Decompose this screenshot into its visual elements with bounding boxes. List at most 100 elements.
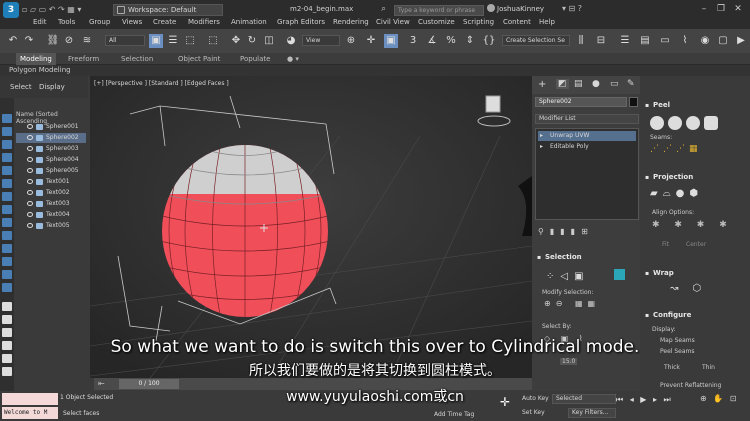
center-button[interactable]: Center	[686, 241, 706, 248]
list-item[interactable]: Text003	[16, 199, 86, 209]
redo-icon[interactable]: ↷	[22, 34, 36, 48]
visibility-eye-icon[interactable]	[27, 168, 33, 173]
visibility-eye-icon[interactable]	[27, 135, 33, 140]
list-item[interactable]: Text005	[16, 221, 86, 231]
window-crossing-icon[interactable]: ⬚	[206, 34, 220, 48]
selection-filter-dropdown[interactable]: All	[105, 35, 145, 46]
tab-modeling[interactable]: Modeling	[16, 53, 56, 65]
viewport-label[interactable]: [+] [Perspective ] [Standard ] [Edged Fa…	[94, 80, 229, 87]
filter-all-icon[interactable]	[2, 270, 12, 279]
bind-spacewarp-icon[interactable]: ≋	[80, 34, 94, 48]
named-selection-sets-dropdown[interactable]: Create Selection Se	[502, 35, 570, 46]
visibility-eye-icon[interactable]	[27, 212, 33, 217]
quick-peel-icon[interactable]	[650, 116, 664, 130]
set-key-button[interactable]: Set Key	[522, 409, 545, 416]
add-time-tag-button[interactable]: Add Time Tag	[434, 411, 474, 418]
filter-cameras-icon[interactable]	[2, 153, 12, 162]
polygon-level-icon[interactable]	[614, 269, 625, 280]
minimize-icon[interactable]: –	[697, 2, 711, 16]
object-name-field[interactable]: Sphere002	[535, 97, 627, 107]
list-item[interactable]: Sphere004	[16, 155, 86, 165]
fit-button[interactable]: Fit	[662, 241, 669, 248]
layer-explorer-icon[interactable]: ▤	[638, 34, 652, 48]
selection-rollout-header[interactable]: Selection	[535, 252, 639, 263]
stack-item-editable-poly[interactable]: ▸ Editable Poly	[538, 142, 636, 152]
undo-icon[interactable]: ↶	[6, 34, 20, 48]
tab-populate[interactable]: Populate	[240, 55, 270, 63]
ribbon-options-icon[interactable]: ● ▾	[287, 55, 299, 63]
unlink-icon[interactable]: ⊘	[62, 34, 76, 48]
tab-selection[interactable]: Selection	[121, 55, 153, 63]
mirror-icon[interactable]: ⫼	[574, 34, 588, 48]
list-item[interactable]: Text001	[16, 177, 86, 187]
menu-graph-editors[interactable]: Graph Editors	[277, 18, 325, 26]
list-item[interactable]: Text002	[16, 188, 86, 198]
motion-tab-icon[interactable]: ●	[592, 79, 600, 89]
edit-named-selection-icon[interactable]: {}	[482, 34, 496, 48]
visibility-eye-icon[interactable]	[27, 223, 33, 228]
projection-mode-icons[interactable]: ▰⌓●⬢	[650, 188, 703, 199]
search-input[interactable]: Type a keyword or phrase	[394, 5, 484, 16]
pivot-center-icon[interactable]: ⊕	[344, 34, 358, 48]
key-filters-button[interactable]: Key Filters...	[568, 408, 616, 418]
filter-hidden-icon[interactable]	[2, 257, 12, 266]
visibility-eye-icon[interactable]	[27, 201, 33, 206]
menu-civil-view[interactable]: Civil View	[376, 18, 410, 26]
render-setup-icon[interactable]: ▢	[716, 34, 730, 48]
menu-create[interactable]: Create	[153, 18, 176, 26]
visibility-eye-icon[interactable]	[27, 124, 33, 129]
close-icon[interactable]: ✕	[731, 2, 745, 16]
percent-snap-icon[interactable]: %	[444, 34, 458, 48]
menu-scripting[interactable]: Scripting	[463, 18, 494, 26]
filter-frozen-icon[interactable]	[2, 244, 12, 253]
maximize-icon[interactable]: ❐	[714, 2, 728, 16]
menu-animation[interactable]: Animation	[231, 18, 267, 26]
menu-tools[interactable]: Tools	[58, 18, 75, 26]
menu-rendering[interactable]: Rendering	[333, 18, 369, 26]
hierarchy-tab-icon[interactable]: ▤	[574, 79, 583, 89]
object-color-swatch[interactable]	[629, 97, 638, 107]
filter-spacewarps-icon[interactable]	[2, 179, 12, 188]
maxscript-mini-listener[interactable]: Welcome to M	[2, 407, 58, 419]
spinner-snap-icon[interactable]: ⇕	[463, 34, 477, 48]
peel-rollout-header[interactable]: Peel	[643, 100, 747, 111]
menu-modifiers[interactable]: Modifiers	[188, 18, 220, 26]
modifier-list-dropdown[interactable]: Modifier List	[535, 114, 639, 124]
place-icon[interactable]: ◕	[284, 34, 298, 48]
filter-containers-icon[interactable]	[2, 231, 12, 240]
align-icon[interactable]: ⊟	[594, 34, 608, 48]
menu-content[interactable]: Content	[503, 18, 531, 26]
rectangle-selection-icon[interactable]: ⬚	[183, 34, 197, 48]
tab-object-paint[interactable]: Object Paint	[178, 55, 220, 63]
filter-groups-icon[interactable]	[2, 192, 12, 201]
angle-snap-icon[interactable]: ∡	[425, 34, 439, 48]
subobject-level-icons[interactable]: ⁘◁▣	[546, 271, 590, 282]
tab-freeform[interactable]: Freeform	[68, 55, 99, 63]
peel-mode-icon[interactable]	[668, 116, 682, 130]
stack-tools-icons[interactable]: ⚲▮▮▮⊞	[538, 227, 594, 236]
list-item[interactable]: Sphere003	[16, 144, 86, 154]
explorer-tab-select[interactable]: Select	[10, 83, 32, 91]
cart-icon[interactable]: ▾ ⊟ ?	[562, 4, 582, 13]
visibility-eye-icon[interactable]	[27, 190, 33, 195]
create-tab-icon[interactable]: +	[538, 79, 546, 90]
visibility-eye-icon[interactable]	[27, 157, 33, 162]
list-item[interactable]: Sphere005	[16, 166, 86, 176]
toggle-ribbon-icon[interactable]: ▭	[658, 34, 672, 48]
select-by-name-icon[interactable]: ☰	[166, 34, 180, 48]
expand-icon[interactable]: ▸	[540, 131, 543, 141]
filter-bones-icon[interactable]	[2, 218, 12, 227]
list-item[interactable]: Sphere002	[16, 133, 86, 143]
projection-rollout-header[interactable]: Projection	[643, 172, 747, 183]
grow-shrink-icons[interactable]: ⊕⊖ ▦▦	[544, 299, 600, 308]
filter-geometry-icon[interactable]	[2, 114, 12, 123]
menu-customize[interactable]: Customize	[418, 18, 455, 26]
find-icon[interactable]	[2, 315, 12, 324]
explorer-tab-display[interactable]: Display	[39, 83, 65, 91]
filter-lights-icon[interactable]	[2, 140, 12, 149]
select-manipulate-icon[interactable]: ✛	[364, 34, 378, 48]
select-move-icon[interactable]: ✥	[229, 34, 243, 48]
pelt-map-icon[interactable]	[686, 116, 700, 130]
filter-shapes-icon[interactable]	[2, 127, 12, 136]
list-item[interactable]: Text004	[16, 210, 86, 220]
